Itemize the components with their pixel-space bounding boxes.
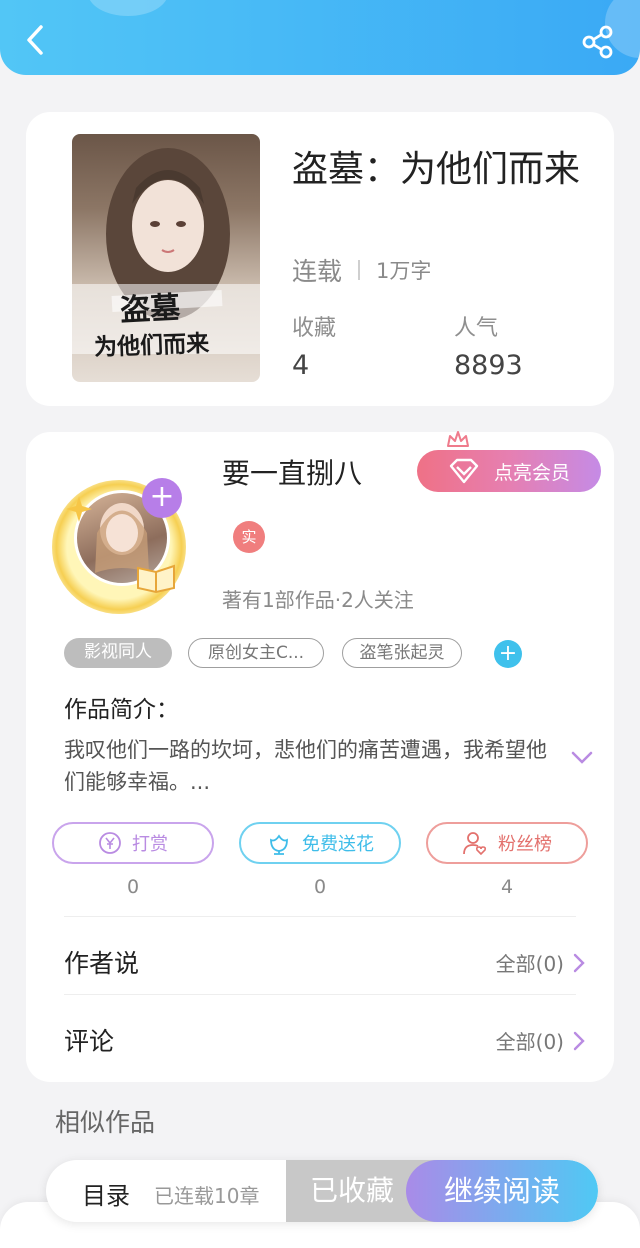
sparkle-icon [66,496,92,522]
intro-label: 作品简介： [64,697,179,723]
author-stats: 著有1部作品·2人关注 [222,588,414,612]
tag-original-heroine[interactable]: 原创女主C... [188,638,324,668]
book-cover[interactable]: 盗墓 为他们而来 [72,134,260,382]
fan-ranking-button[interactable]: 粉丝榜 [426,822,588,864]
add-tag-button[interactable]: + [494,640,522,668]
author-says-all-label: 全部(0) [495,952,564,976]
send-flower-label: 免费送花 [302,834,374,855]
send-flower-button[interactable]: 免费送花 [239,822,401,864]
serial-status: 已连载10章 [154,1184,260,1208]
book-status: 连载 [292,257,343,286]
author-name[interactable]: 要一直捌八 [222,452,362,492]
header-decoration [88,0,168,16]
author-card: + 要一直捌八 点亮会员 实 著有1部作品·2人关注 影视同人 原创女主C...… [26,431,614,1082]
fan-user-icon [463,832,487,856]
crown-icon [447,431,469,447]
follow-author-button[interactable]: + [142,478,182,518]
yen-coin-icon [99,832,121,854]
tag-film-fanfic[interactable]: 影视同人 [64,638,172,668]
book-meta: 连载 1万字 [292,252,431,288]
table-of-contents-button[interactable]: 目录 [82,1176,130,1211]
cover-title-line2: 为他们而来 [93,330,210,361]
favorites-label: 收藏 [292,316,337,341]
diamond-icon [449,458,479,484]
comments-label[interactable]: 评论 [64,1022,114,1058]
chevron-right-icon [573,1031,585,1050]
real-name-badge: 实 [233,521,265,553]
fan-ranking-label: 粉丝榜 [498,834,552,855]
book-word-count: 1万字 [376,259,432,283]
chevron-down-icon [571,751,593,764]
vip-button[interactable]: 点亮会员 [417,450,601,492]
chevron-left-icon [27,25,43,55]
author-says-all-link[interactable]: 全部(0) [496,948,586,977]
bottom-action-bar: 目录 已连载10章 已收藏 继续阅读 [46,1160,598,1222]
reward-count: 0 [126,876,140,898]
expand-intro-button[interactable] [570,750,594,770]
share-icon [582,25,613,59]
meta-divider [358,260,361,280]
header-bar [0,0,640,75]
similar-works-title: 相似作品 [55,1108,156,1137]
comments-all-link[interactable]: 全部(0) [496,1026,586,1055]
book-info-card: 盗墓 为他们而来 盗墓：为他们而来 连载 1万字 收藏 4 人气 8893 [26,112,614,406]
popularity-label: 人气 [454,316,499,341]
tag-zhang-qiling[interactable]: 盗笔张起灵 [342,638,462,668]
fan-count: 4 [500,876,514,898]
reward-label: 打赏 [132,834,168,855]
flower-count: 0 [313,876,327,898]
divider [64,916,576,917]
reward-button[interactable]: 打赏 [52,822,214,864]
divider [64,994,576,995]
flower-icon [270,834,288,855]
popularity-count: 8893 [454,350,523,381]
book-title: 盗墓：为他们而来 [292,149,581,190]
share-button[interactable] [580,24,616,60]
vip-label: 点亮会员 [493,461,570,484]
favorites-count: 4 [292,350,310,381]
back-button[interactable] [20,22,50,58]
cover-title-line1: 盗墓 [119,290,182,329]
book-icon [137,564,175,594]
intro-text: 我叹他们一路的坎坷，悲他们的痛苦遭遇，我希望他们能够幸福。... [64,738,547,794]
comments-all-label: 全部(0) [495,1030,564,1054]
chevron-right-icon [573,953,585,972]
continue-reading-button[interactable]: 继续阅读 [406,1160,598,1222]
author-says-label[interactable]: 作者说 [64,944,139,980]
